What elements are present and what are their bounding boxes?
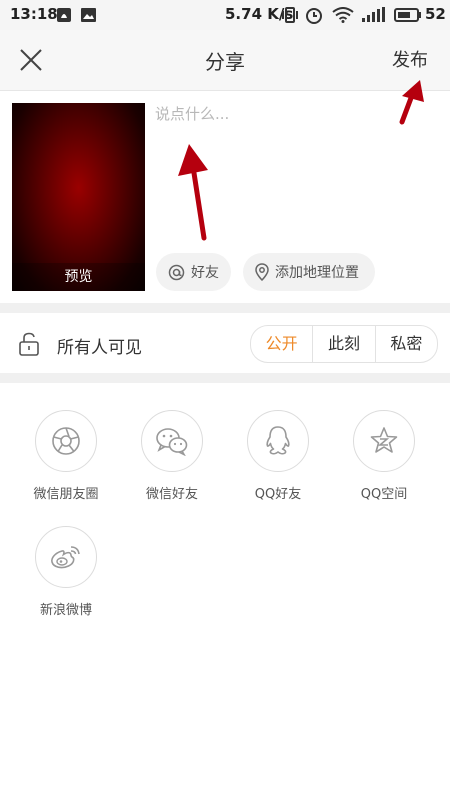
share-label: QQ空间 bbox=[360, 487, 408, 502]
share-qq-friends[interactable]: QQ好友 bbox=[228, 410, 328, 502]
status-bar: 13:18 5.74 K/s 52 bbox=[0, 0, 450, 30]
location-label: 添加地理位置 bbox=[275, 265, 359, 281]
friends-label: 好友 bbox=[191, 265, 219, 281]
share-label: 微信朋友圈 bbox=[33, 487, 99, 502]
unlock-icon bbox=[18, 332, 40, 360]
share-label: QQ好友 bbox=[254, 487, 302, 502]
share-label: 微信好友 bbox=[145, 487, 198, 502]
gallery-notification-icon bbox=[80, 7, 97, 27]
section-divider bbox=[0, 303, 450, 313]
wechat-icon bbox=[141, 410, 203, 472]
compose-section: 预览 好友 添加地理位置 bbox=[0, 91, 450, 303]
publish-button[interactable]: 发布 bbox=[392, 46, 428, 72]
share-label: 新浪微博 bbox=[39, 603, 92, 618]
page-title: 分享 bbox=[205, 50, 245, 74]
status-time: 13:18 bbox=[10, 5, 58, 23]
visibility-label: 所有人可见 bbox=[57, 338, 142, 358]
notification-icon bbox=[56, 7, 72, 27]
vibrate-icon bbox=[281, 7, 299, 27]
qq-icon bbox=[247, 410, 309, 472]
privacy-option-moment[interactable]: 此刻 bbox=[313, 326, 376, 362]
visibility-row: 所有人可见 公开 此刻 私密 bbox=[0, 313, 450, 373]
share-targets-grid: 微信朋友圈 微信好友 QQ好友 QQ空间 新浪微博 bbox=[0, 383, 450, 800]
header-bar: 分享 发布 bbox=[0, 30, 450, 91]
weibo-icon bbox=[35, 526, 97, 588]
battery-level: 52 bbox=[425, 5, 446, 23]
privacy-segmented-control: 公开 此刻 私密 bbox=[250, 325, 438, 363]
share-wechat-friends[interactable]: 微信好友 bbox=[122, 410, 222, 502]
section-divider bbox=[0, 373, 450, 383]
at-icon bbox=[168, 264, 185, 281]
alarm-icon bbox=[305, 7, 323, 28]
share-qzone[interactable]: QQ空间 bbox=[334, 410, 434, 502]
add-location-button[interactable]: 添加地理位置 bbox=[243, 253, 375, 291]
wechat-moments-icon bbox=[35, 410, 97, 472]
share-weibo[interactable]: 新浪微博 bbox=[16, 526, 116, 618]
location-pin-icon bbox=[255, 263, 269, 281]
preview-label: 预览 bbox=[12, 263, 145, 291]
signal-icon bbox=[361, 7, 385, 27]
wifi-icon bbox=[332, 7, 354, 27]
video-thumbnail[interactable]: 预览 bbox=[12, 103, 145, 291]
share-wechat-moments[interactable]: 微信朋友圈 bbox=[16, 410, 116, 502]
mention-friends-button[interactable]: 好友 bbox=[156, 253, 231, 291]
privacy-option-private[interactable]: 私密 bbox=[376, 326, 437, 362]
privacy-option-public[interactable]: 公开 bbox=[251, 326, 314, 362]
qzone-icon bbox=[353, 410, 415, 472]
battery-icon bbox=[394, 7, 422, 27]
caption-input[interactable] bbox=[155, 103, 435, 233]
